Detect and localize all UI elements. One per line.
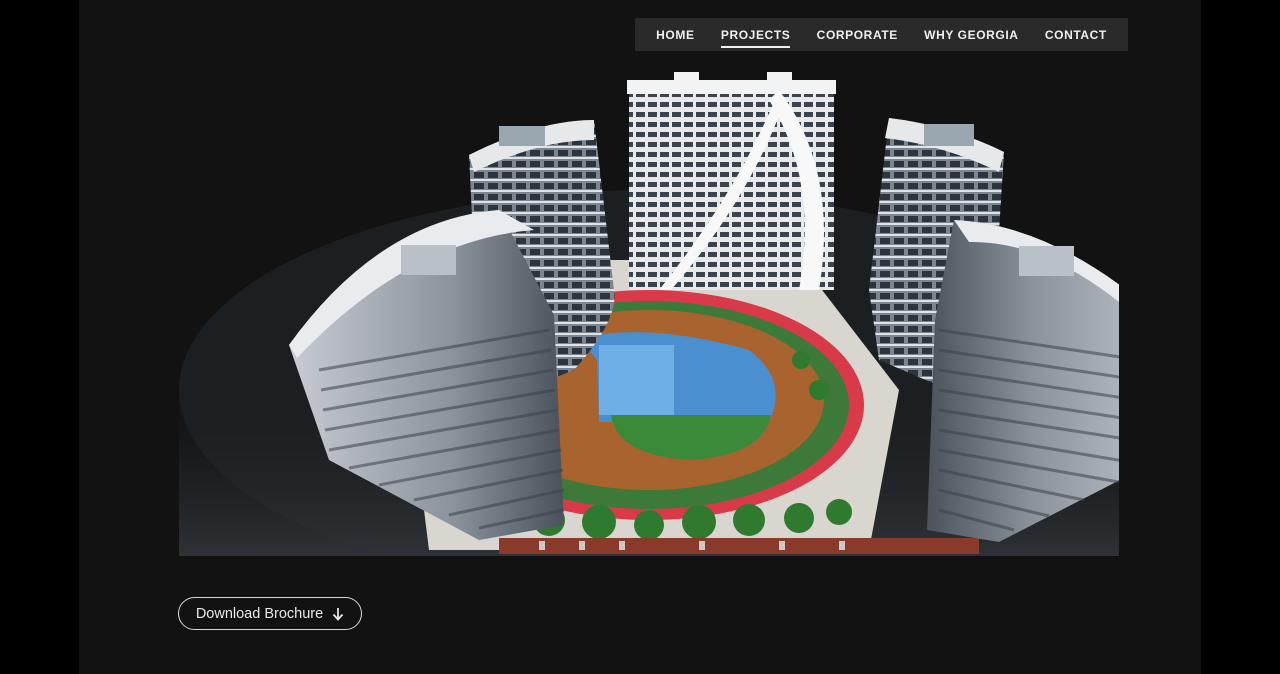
nav-projects[interactable]: PROJECTS bbox=[720, 28, 791, 48]
top-navigation: HOME PROJECTS CORPORATE WHY GEORGIA CONT… bbox=[635, 18, 1128, 51]
nav-home[interactable]: HOME bbox=[656, 28, 694, 42]
page: HOME PROJECTS CORPORATE WHY GEORGIA CONT… bbox=[79, 0, 1201, 674]
nav-contact[interactable]: CONTACT bbox=[1045, 28, 1107, 42]
arrow-down-icon bbox=[333, 607, 344, 621]
nav-corporate[interactable]: CORPORATE bbox=[817, 28, 898, 42]
nav-why-georgia[interactable]: WHY GEORGIA bbox=[924, 28, 1018, 42]
download-brochure-label: Download Brochure bbox=[195, 605, 324, 622]
download-brochure-button[interactable]: Download Brochure bbox=[178, 597, 362, 630]
project-render-image bbox=[179, 60, 1119, 556]
